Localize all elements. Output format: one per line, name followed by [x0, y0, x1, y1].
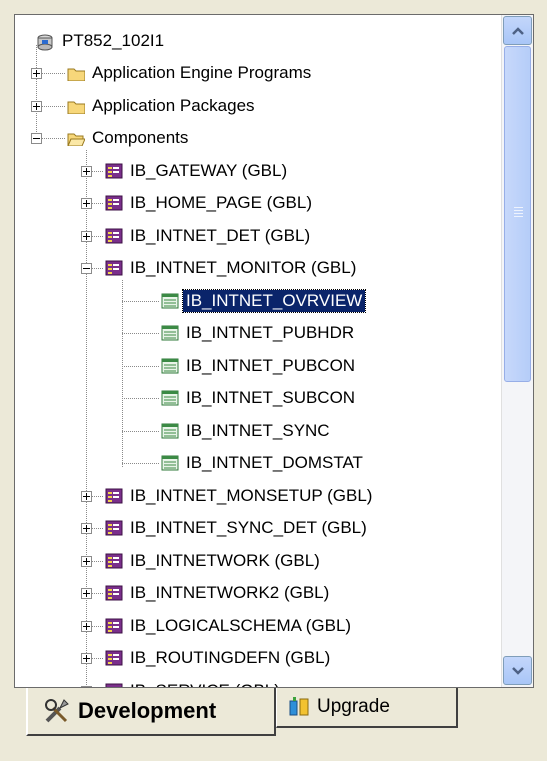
page-icon [161, 358, 179, 373]
tree-connector-line [122, 430, 159, 432]
page-icon [161, 390, 179, 406]
tree-item-label: IB_INTNET_DOMSTAT [186, 453, 363, 472]
tree-item-label: IB_INTNET_SUBCON [186, 388, 356, 407]
tree-item-ib-intnet-domstat[interactable]: IB_INTNET_DOMSTAT [15, 451, 501, 483]
tab-upgrade[interactable]: Upgrade [276, 688, 458, 728]
tree-item-label: Application Engine Programs [92, 63, 312, 82]
tree-item-application-packages[interactable]: Application Packages [15, 94, 501, 126]
tree-item-label: IB_INTNET_PUBHDR [186, 323, 355, 342]
folder-open-icon [67, 133, 85, 146]
component-icon [105, 553, 123, 568]
tree-item-label: IB_INTNETWORK (GBL) [130, 550, 320, 570]
expand-icon[interactable] [81, 198, 92, 209]
page-icon [161, 423, 179, 438]
expand-icon[interactable] [81, 490, 92, 502]
tree-item-label: IB_GATEWAY (GBL) [130, 160, 288, 180]
expand-icon[interactable] [81, 230, 92, 242]
tree-item-label: IB_INTNET_SYNC_DET (GBL) [130, 518, 367, 537]
tree-item-label: IB_INTNET_MONSETUP (GBL) [130, 485, 373, 505]
project-tree[interactable]: PT852_102I1 Application Engine Programs A… [15, 15, 501, 687]
scroll-down-button[interactable] [503, 656, 532, 685]
tree-connector-line [122, 300, 159, 302]
collapse-icon[interactable] [81, 263, 92, 274]
tree-item-components[interactable]: Components [15, 126, 501, 158]
tree-item-label: IB_INTNET_OVRVIEW [181, 288, 367, 313]
tree-item-ib-service[interactable]: IB_SERVICE (GBL) [15, 679, 501, 688]
tree-item-label: IB_SERVICE (GBL) [127, 680, 283, 688]
chevron-down-icon [511, 666, 524, 675]
collapse-icon[interactable] [31, 133, 42, 144]
tree-item-ib-intnet-pubcon[interactable]: IB_INTNET_PUBCON [15, 354, 501, 386]
expand-icon[interactable] [81, 588, 92, 599]
tree-item-ib-gateway[interactable]: IB_GATEWAY (GBL) [15, 159, 501, 191]
tree-item-ib-intnet-ovrview[interactable]: IB_INTNET_OVRVIEW [15, 288, 501, 321]
expand-icon[interactable] [81, 523, 92, 534]
chevron-up-icon [511, 26, 524, 35]
expand-icon[interactable] [81, 653, 92, 664]
expand-icon[interactable] [81, 165, 92, 177]
page-icon [161, 325, 179, 341]
tree-item-ib-logicalschema[interactable]: IB_LOGICALSCHEMA (GBL) [15, 614, 501, 646]
upgrade-icon [289, 697, 309, 716]
tree-root-label: PT852_102I1 [62, 31, 165, 50]
component-icon [105, 585, 123, 601]
tree-item-label: Components [92, 128, 189, 147]
tree-item-ib-routingdefn[interactable]: IB_ROUTINGDEFN (GBL) [15, 646, 501, 678]
expand-icon[interactable] [81, 685, 92, 687]
tree-item-label: IB_INTNET_SYNC [186, 420, 330, 440]
tree-item-ib-intnet-monsetup[interactable]: IB_INTNET_MONSETUP (GBL) [15, 484, 501, 516]
expand-icon[interactable] [81, 620, 92, 632]
component-icon [105, 650, 123, 666]
tree-root[interactable]: PT852_102I1 [15, 29, 501, 61]
tree-item-ib-intnet-sync[interactable]: IB_INTNET_SYNC [15, 419, 501, 451]
vertical-scrollbar[interactable] [501, 15, 533, 687]
component-icon [105, 195, 123, 211]
tree-item-label: IB_INTNET_PUBCON [186, 355, 356, 375]
expand-icon[interactable] [31, 100, 42, 112]
component-icon [105, 618, 123, 633]
component-icon [105, 260, 123, 276]
tab-upgrade-label: Upgrade [317, 696, 390, 717]
tree-item-label: IB_INTNETWORK2 (GBL) [130, 583, 330, 602]
tree-item-ib-intnetwork[interactable]: IB_INTNETWORK (GBL) [15, 549, 501, 581]
tab-development[interactable]: Development [26, 688, 276, 736]
tree-item-ib-intnet-pubhdr[interactable]: IB_INTNET_PUBHDR [15, 321, 501, 353]
tree-connector-line [122, 365, 159, 367]
scroll-thumb[interactable] [504, 46, 531, 382]
project-tree-panel: PT852_102I1 Application Engine Programs A… [14, 14, 534, 688]
page-icon [161, 455, 179, 471]
page-icon [161, 293, 179, 308]
tree-item-ib-intnet-monitor[interactable]: IB_INTNET_MONITOR (GBL) [15, 256, 501, 288]
tree-connector-line [122, 398, 159, 399]
tree-connector-line [122, 333, 159, 334]
tree-item-ib-intnetwork2[interactable]: IB_INTNETWORK2 (GBL) [15, 581, 501, 613]
folder-icon [67, 101, 85, 114]
tree-item-label: IB_INTNET_MONITOR (GBL) [130, 258, 357, 277]
folder-icon [67, 68, 85, 81]
tree-item-ib-intnet-sync-det[interactable]: IB_INTNET_SYNC_DET (GBL) [15, 516, 501, 548]
expand-icon[interactable] [81, 555, 92, 567]
component-icon [105, 683, 123, 687]
tree-item-label: IB_INTNET_DET (GBL) [130, 225, 311, 245]
component-icon [105, 520, 123, 536]
expand-icon[interactable] [31, 68, 42, 79]
tab-bar: Upgrade Development [14, 688, 534, 738]
tree-connector-line [122, 463, 159, 464]
scroll-up-button[interactable] [503, 16, 532, 45]
tree-item-label: IB_HOME_PAGE (GBL) [130, 193, 313, 212]
tree-item-label: IB_LOGICALSCHEMA (GBL) [130, 615, 352, 635]
component-icon [105, 228, 123, 243]
tree-item-label: IB_ROUTINGDEFN (GBL) [130, 648, 331, 667]
tree-item-ib-intnet-det[interactable]: IB_INTNET_DET (GBL) [15, 224, 501, 256]
tab-development-label: Development [78, 698, 217, 723]
tools-icon [45, 699, 69, 723]
tree-item-ib-intnet-subcon[interactable]: IB_INTNET_SUBCON [15, 386, 501, 418]
tree-item-ib-home-page[interactable]: IB_HOME_PAGE (GBL) [15, 191, 501, 223]
component-icon [105, 163, 123, 178]
database-icon [37, 34, 53, 51]
tree-item-application-engine-programs[interactable]: Application Engine Programs [15, 61, 501, 93]
component-icon [105, 488, 123, 503]
tree-item-label: Application Packages [92, 95, 255, 115]
